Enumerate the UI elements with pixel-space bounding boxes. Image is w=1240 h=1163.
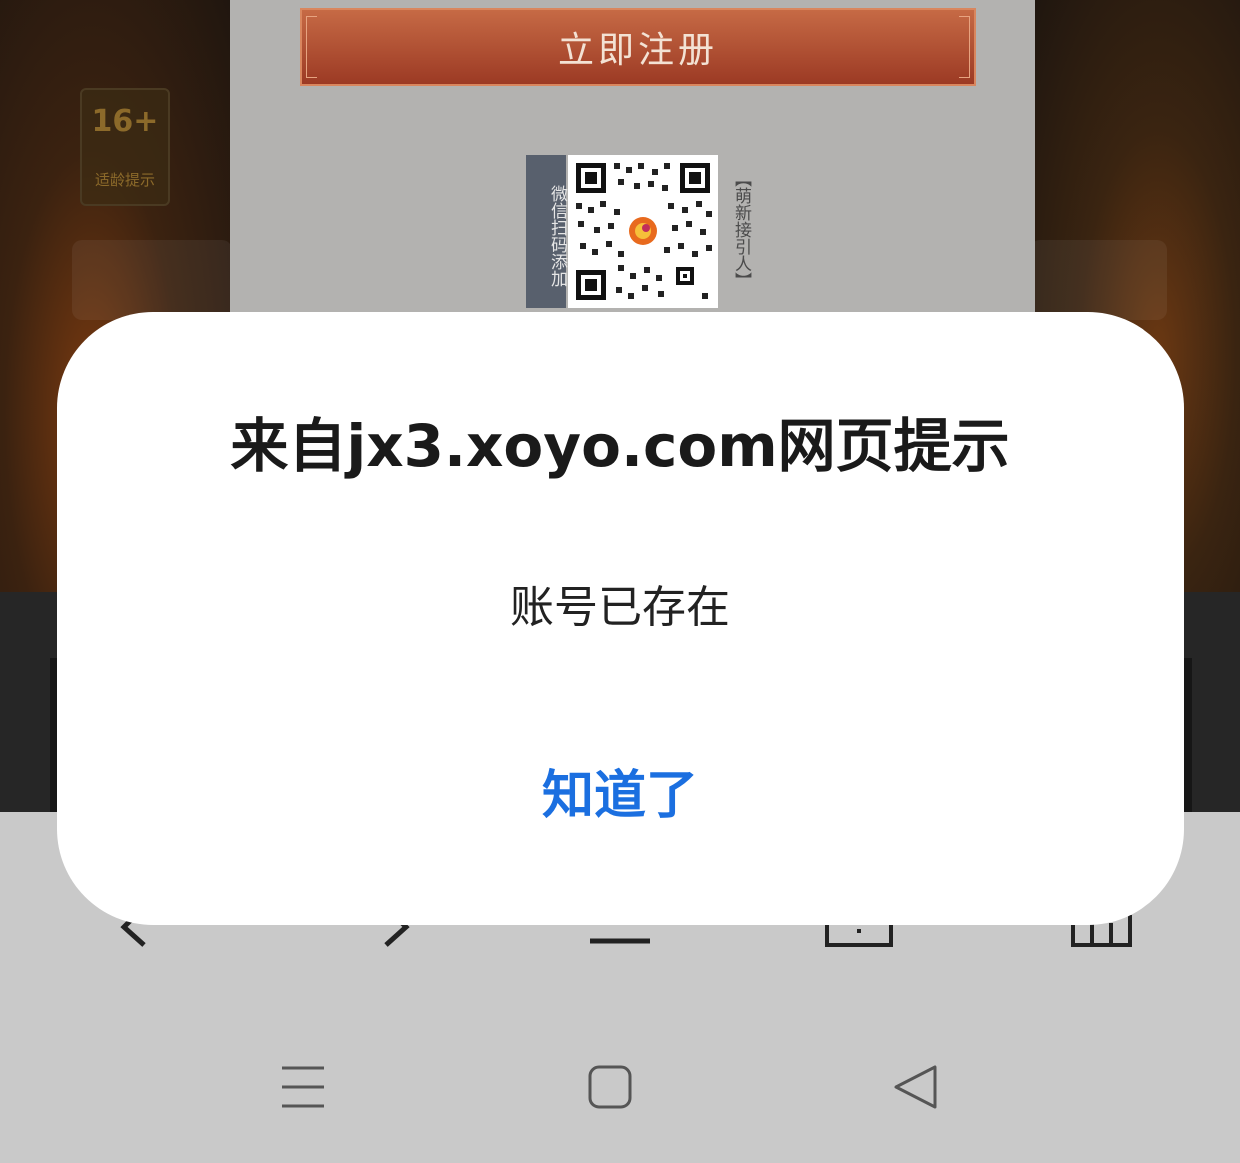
register-button[interactable]: 立即注册 — [300, 8, 976, 86]
qr-right-label: 【萌新接引人】 — [731, 170, 751, 289]
dialog-title: 来自jx3.xoyo.com网页提示 — [230, 412, 1010, 480]
age-rating-badge: 16+ 适龄提示 — [80, 88, 170, 206]
qr-code — [568, 155, 718, 308]
dialog-ok-button[interactable]: 知道了 — [500, 760, 740, 832]
side-card-left — [72, 240, 232, 320]
system-navigation-bar — [0, 982, 1240, 1163]
dialog-message: 账号已存在 — [510, 582, 730, 633]
age-rating-label: 适龄提示 — [94, 171, 155, 189]
recent-apps-icon[interactable] — [280, 1064, 326, 1114]
back-triangle-icon[interactable] — [892, 1064, 938, 1114]
home-square-icon[interactable] — [587, 1064, 633, 1114]
qr-left-label: 微信扫码添加 — [526, 155, 567, 308]
side-card-right — [1030, 240, 1167, 320]
age-rating-value: 16+ — [91, 104, 159, 139]
